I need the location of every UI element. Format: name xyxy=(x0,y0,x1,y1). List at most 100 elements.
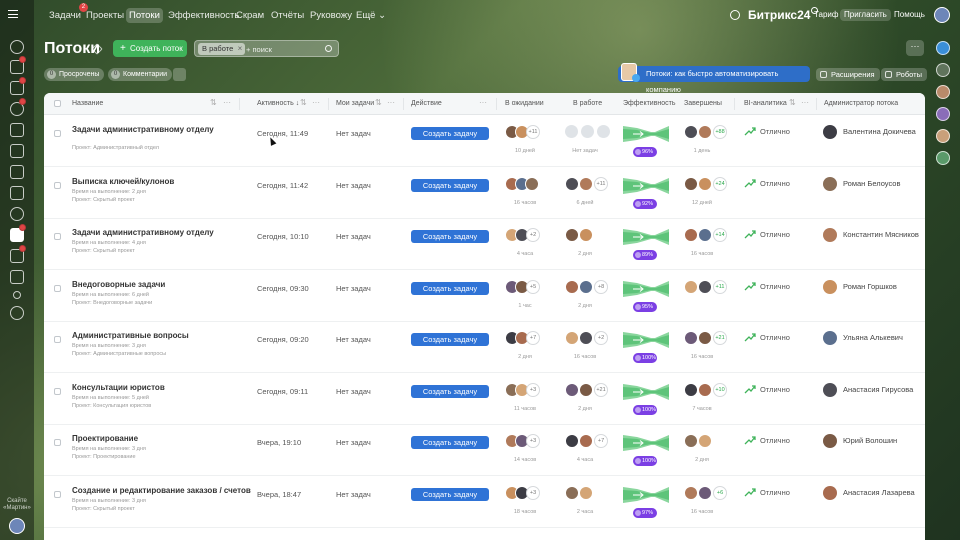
overdue-filter[interactable]: 0 Просрочены xyxy=(44,68,105,81)
completed-more-badge[interactable]: +24 xyxy=(713,176,727,191)
bi-rating[interactable]: Отлично xyxy=(760,282,790,292)
feed-icon[interactable] xyxy=(10,40,24,54)
admin-avatar[interactable] xyxy=(823,331,837,345)
sort-icon[interactable]: ⇅ xyxy=(210,93,217,115)
notifications-icon[interactable] xyxy=(936,63,950,77)
chevron-down-icon[interactable] xyxy=(13,291,21,299)
efficiency-badge[interactable]: 96% xyxy=(633,147,657,157)
row-checkbox[interactable] xyxy=(54,439,61,446)
table-row[interactable]: Внедоговорные задачи Время на выполнение:… xyxy=(44,270,925,322)
create-task-button[interactable]: Создать задачу xyxy=(411,333,489,346)
completed-more-badge[interactable]: +14 xyxy=(713,228,727,242)
waiting-more-badge[interactable]: +7 xyxy=(526,331,540,345)
row-checkbox[interactable] xyxy=(54,284,61,292)
admin-name[interactable]: Валентина Докичева xyxy=(843,127,916,137)
completed-avatar[interactable] xyxy=(698,125,712,139)
col-my-tasks[interactable]: Мои задачи xyxy=(336,93,374,115)
nav-supervising[interactable]: Руковожу xyxy=(307,8,355,23)
in-work-avatar[interactable] xyxy=(579,331,593,345)
waiting-more-badge[interactable]: +3 xyxy=(526,434,540,448)
completed-avatar[interactable] xyxy=(684,434,698,448)
admin-name[interactable]: Константин Мясников xyxy=(843,230,919,240)
completed-avatar[interactable] xyxy=(698,331,712,345)
completed-more-badge[interactable]: +11 xyxy=(713,279,727,294)
admin-avatar[interactable] xyxy=(823,228,837,242)
efficiency-badge[interactable]: 100% xyxy=(633,353,657,363)
sort-icon[interactable]: ⇅ xyxy=(375,93,382,115)
waiting-avatar[interactable] xyxy=(525,176,539,191)
chat-avatar[interactable] xyxy=(936,107,950,121)
document-icon[interactable] xyxy=(10,144,24,158)
bi-rating[interactable]: Отлично xyxy=(760,127,790,137)
row-checkbox[interactable] xyxy=(54,233,61,240)
search-icon[interactable] xyxy=(730,10,740,20)
bi-rating[interactable]: Отлично xyxy=(760,230,790,240)
user-avatar[interactable] xyxy=(934,7,950,23)
completed-avatar[interactable] xyxy=(684,485,698,500)
filter-search-box[interactable]: В работе × + поиск xyxy=(194,40,339,57)
create-task-button[interactable]: Создать задачу xyxy=(411,178,489,192)
admin-avatar[interactable] xyxy=(823,125,837,139)
nav-flows[interactable]: Потоки xyxy=(126,8,163,23)
col-activity[interactable]: Активность ↓ xyxy=(257,93,299,115)
completed-more-badge[interactable]: +6 xyxy=(713,485,727,500)
groups-icon[interactable] xyxy=(10,207,24,221)
in-work-avatar[interactable] xyxy=(565,279,579,294)
admin-avatar[interactable] xyxy=(823,176,837,191)
nav-scrum[interactable]: Скрам xyxy=(233,8,267,23)
column-menu-icon[interactable]: ··· xyxy=(223,93,231,115)
col-waiting[interactable]: В ожидании xyxy=(505,93,544,115)
in-work-avatar[interactable] xyxy=(565,228,579,242)
efficiency-badge[interactable]: 97% xyxy=(633,507,657,518)
tariff-link[interactable]: Тариф xyxy=(814,9,838,21)
completed-avatar[interactable] xyxy=(684,279,698,294)
search-icon[interactable] xyxy=(325,45,332,52)
chat-avatar[interactable] xyxy=(936,129,950,143)
mail-icon[interactable] xyxy=(10,186,24,200)
rail-avatar[interactable] xyxy=(9,518,25,534)
admin-avatar[interactable] xyxy=(823,434,837,448)
efficiency-badge[interactable]: 95% xyxy=(633,301,657,312)
search-input[interactable]: + поиск xyxy=(246,44,272,55)
completed-more-badge[interactable]: +21 xyxy=(713,331,727,345)
table-row[interactable]: Административные вопросы Время на выполне… xyxy=(44,321,925,373)
nav-projects[interactable]: Проекты xyxy=(83,8,127,23)
in-work-avatar[interactable] xyxy=(579,228,593,242)
in-work-avatar[interactable] xyxy=(565,434,579,448)
admin-avatar[interactable] xyxy=(823,382,837,397)
admin-name[interactable]: Анастасия Лазарева xyxy=(843,488,915,498)
flow-title[interactable]: Создание и редактирование заказов / счет… xyxy=(72,485,251,496)
completed-avatar[interactable] xyxy=(698,485,712,500)
efficiency-badge[interactable]: 100% xyxy=(633,456,657,466)
admin-name[interactable]: Анастасия Гирусова xyxy=(843,385,913,395)
table-row[interactable]: Выписка ключей/кулонов Время на выполнени… xyxy=(44,167,925,219)
table-row[interactable]: Консультации юристов Время на выполнение:… xyxy=(44,373,925,425)
col-in-work[interactable]: В работе xyxy=(573,93,602,115)
col-action[interactable]: Действие xyxy=(411,93,442,115)
admin-name[interactable]: Роман Белоусов xyxy=(843,179,900,189)
admin-avatar[interactable] xyxy=(823,279,837,294)
col-name[interactable]: Название xyxy=(72,93,103,115)
in-work-avatar[interactable] xyxy=(579,382,593,397)
chat-avatar[interactable] xyxy=(936,85,950,99)
completed-more-badge[interactable]: +10 xyxy=(713,382,727,397)
drive-icon[interactable] xyxy=(10,165,24,179)
bi-rating[interactable]: Отлично xyxy=(760,179,790,189)
sort-icon[interactable]: ⇅ xyxy=(300,93,307,115)
bi-rating[interactable]: Отлично xyxy=(760,333,790,343)
in-work-more-badge[interactable]: +8 xyxy=(594,279,608,294)
waiting-more-badge[interactable]: +11 xyxy=(526,125,540,139)
table-row[interactable]: Задачи административному отделу Проект: А… xyxy=(44,115,925,167)
row-checkbox[interactable] xyxy=(54,181,61,189)
row-checkbox[interactable] xyxy=(54,130,61,137)
in-work-avatar[interactable] xyxy=(565,382,579,397)
promo-video-banner[interactable]: Потоки: как быстро автоматизировать комп… xyxy=(618,63,810,94)
more-options-button[interactable]: ··· xyxy=(906,40,924,56)
table-row[interactable]: Создание и редактирование заказов / счет… xyxy=(44,476,925,528)
sort-icon[interactable]: ⇅ xyxy=(789,93,796,115)
completed-avatar[interactable] xyxy=(698,176,712,191)
in-work-more-badge[interactable]: +7 xyxy=(594,434,608,448)
flow-title[interactable]: Задачи административному отделу xyxy=(72,124,214,135)
column-menu-icon[interactable]: ··· xyxy=(479,93,487,115)
completed-avatar[interactable] xyxy=(684,331,698,345)
